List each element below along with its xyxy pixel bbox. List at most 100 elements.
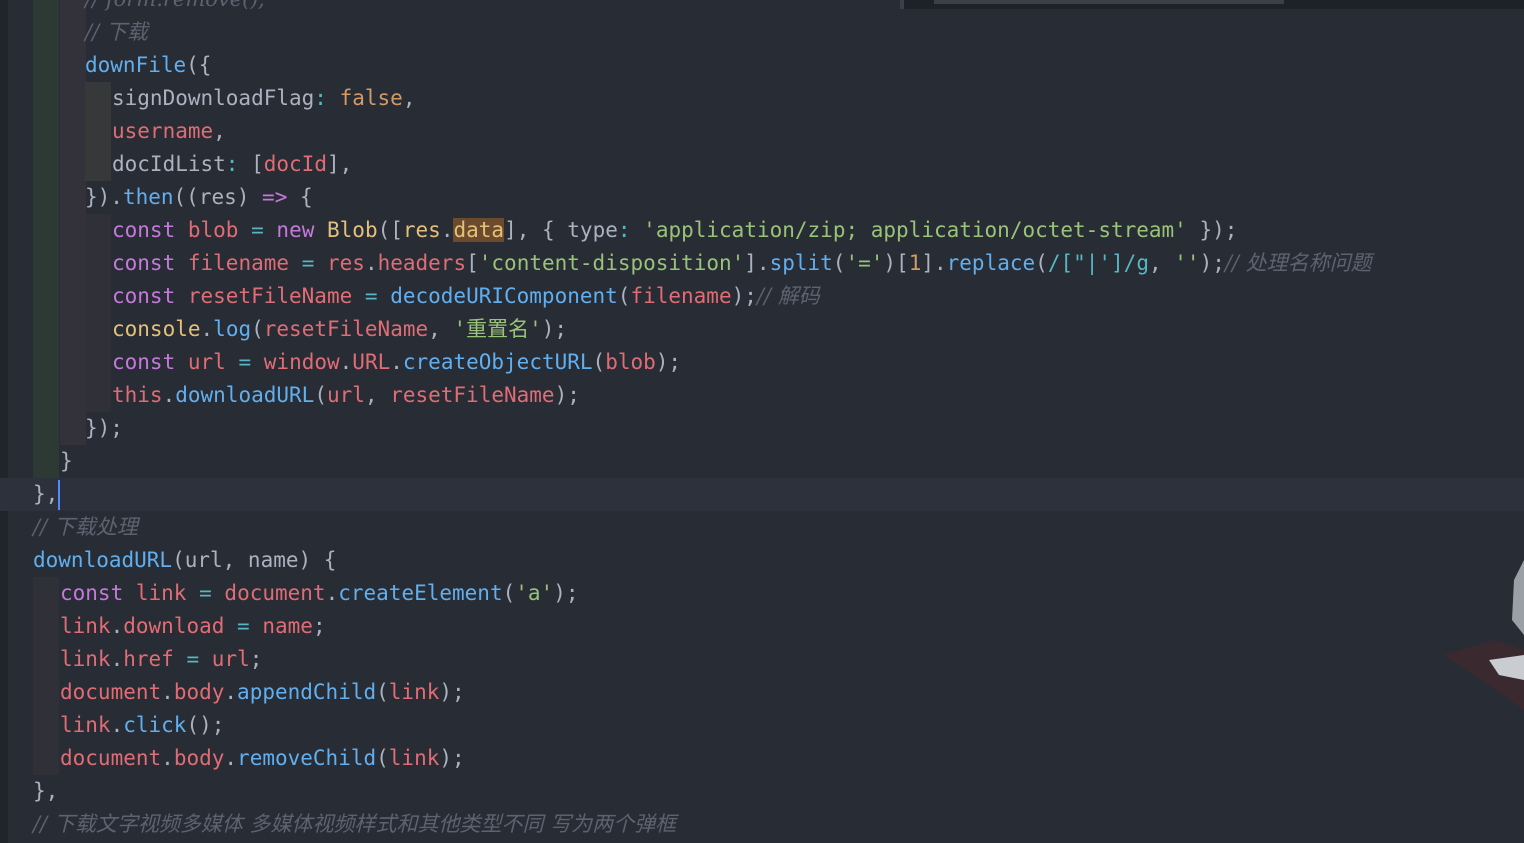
indent-guide <box>33 214 59 247</box>
code-token: : <box>617 218 631 242</box>
code-token: link <box>135 581 187 605</box>
line-code: signDownloadFlag: false, <box>112 82 415 115</box>
code-line[interactable]: this.downloadURL(url, resetFileName); <box>0 379 1524 412</box>
code-token: // 解码 <box>756 284 820 308</box>
indent-guide <box>60 412 86 445</box>
code-token: ( <box>314 383 327 407</box>
code-token: const <box>60 581 124 605</box>
line-code: const blob = new Blob([res.data], { type… <box>112 214 1237 247</box>
code-line[interactable]: }, <box>0 775 1524 808</box>
code-line[interactable]: signDownloadFlag: false, <box>0 82 1524 115</box>
code-line[interactable]: }); <box>0 412 1524 445</box>
text-cursor <box>58 480 61 510</box>
code-token: res <box>402 218 441 242</box>
code-token: , <box>428 317 454 341</box>
code-token: filename <box>630 284 732 308</box>
code-line[interactable]: // 下载处理 <box>0 511 1524 544</box>
line-code: link.click(); <box>60 709 224 742</box>
code-token: '' <box>1174 251 1200 275</box>
indent-guide <box>60 313 86 346</box>
line-code: const url = window.URL.createObjectURL(b… <box>112 346 681 379</box>
code-token: username <box>112 119 214 143</box>
code-line[interactable]: document.body.removeChild(link); <box>0 742 1524 775</box>
code-line[interactable]: link.download = name; <box>0 610 1524 643</box>
code-token: 1 <box>908 251 922 275</box>
indent-guide <box>33 676 59 709</box>
code-line[interactable]: console.log(resetFileName, '重置名'); <box>0 313 1524 346</box>
code-token: 'application/zip; application/octet-stre… <box>643 218 1187 242</box>
code-line[interactable]: link.click(); <box>0 709 1524 742</box>
code-line[interactable]: const filename = res.headers['content-di… <box>0 247 1524 280</box>
code-line[interactable]: // 下载 <box>0 16 1524 49</box>
indent-guide <box>33 445 59 478</box>
indent-guide <box>33 148 59 181</box>
code-token: name <box>262 614 313 638</box>
code-token: = <box>238 350 252 374</box>
indent-guide <box>60 346 86 379</box>
code-line[interactable]: } <box>0 445 1524 478</box>
code-token: } <box>60 449 73 473</box>
code-token: ]. <box>921 251 947 275</box>
code-token: docIdList <box>112 152 226 176</box>
indent-guide <box>85 115 111 148</box>
decoration-shape-light <box>1512 560 1524 635</box>
code-token: 'a' <box>515 581 554 605</box>
indent-guide <box>60 247 86 280</box>
indent-guide <box>60 16 86 49</box>
indent-guide <box>33 16 59 49</box>
code-token: appendChild <box>237 680 377 704</box>
code-line[interactable]: const blob = new Blob([res.data], { type… <box>0 214 1524 247</box>
code-token: signDownloadFlag <box>112 86 315 110</box>
code-token: docId <box>263 152 327 176</box>
code-token: ( <box>502 581 516 605</box>
code-line[interactable]: const resetFileName = decodeURIComponent… <box>0 280 1524 313</box>
code-line[interactable]: const url = window.URL.createObjectURL(b… <box>0 346 1524 379</box>
code-token: headers <box>377 251 467 275</box>
code-line[interactable]: docIdList: [docId], <box>0 148 1524 181</box>
indent-guide <box>60 49 86 82</box>
code-token: }). <box>85 185 123 209</box>
indent-guide <box>85 280 111 313</box>
indent-guide <box>85 379 111 412</box>
overlay-panel-edge <box>900 0 1524 9</box>
code-token: downloadURL <box>175 383 315 407</box>
code-token: ([ <box>377 218 403 242</box>
code-line[interactable]: document.body.appendChild(link); <box>0 676 1524 709</box>
indent-guide <box>33 181 59 214</box>
code-line[interactable]: link.href = url; <box>0 643 1524 676</box>
indent-guide <box>85 214 111 247</box>
code-line[interactable]: downloadURL(url, name) { <box>0 544 1524 577</box>
code-token: (); <box>186 713 225 737</box>
code-line[interactable]: }).then((res) => { <box>0 181 1524 214</box>
code-token: ], { type <box>504 218 618 242</box>
code-token: link <box>60 713 111 737</box>
code-line[interactable]: }, <box>0 478 1524 511</box>
code-line[interactable]: const link = document.createElement('a')… <box>0 577 1524 610</box>
indent-guide <box>33 643 59 676</box>
code-editor[interactable]: // form.remove();// 下载downFile({signDown… <box>0 0 1524 843</box>
code-token: resetFileName <box>263 317 429 341</box>
code-token: split <box>769 251 833 275</box>
code-token: // 下载处理 <box>33 515 138 539</box>
code-token: res <box>327 251 365 275</box>
code-token: . <box>161 680 174 704</box>
code-token: res <box>198 185 237 209</box>
code-token: document <box>60 746 162 770</box>
line-code: downloadURL(url, name) { <box>33 544 336 577</box>
code-line[interactable]: downFile({ <box>0 49 1524 82</box>
line-code: } <box>60 445 73 478</box>
code-token: // 处理名称问题 <box>1224 251 1372 275</box>
indent-guide <box>33 313 59 346</box>
code-token: = <box>364 284 378 308</box>
code-line[interactable]: username, <box>0 115 1524 148</box>
code-token: . <box>390 350 403 374</box>
line-code: // 下载处理 <box>33 511 138 544</box>
code-token: ( <box>251 317 264 341</box>
code-line[interactable]: // 下载文字视频多媒体 多媒体视频样式和其他类型不同 写为两个弹框 <box>0 808 1524 841</box>
